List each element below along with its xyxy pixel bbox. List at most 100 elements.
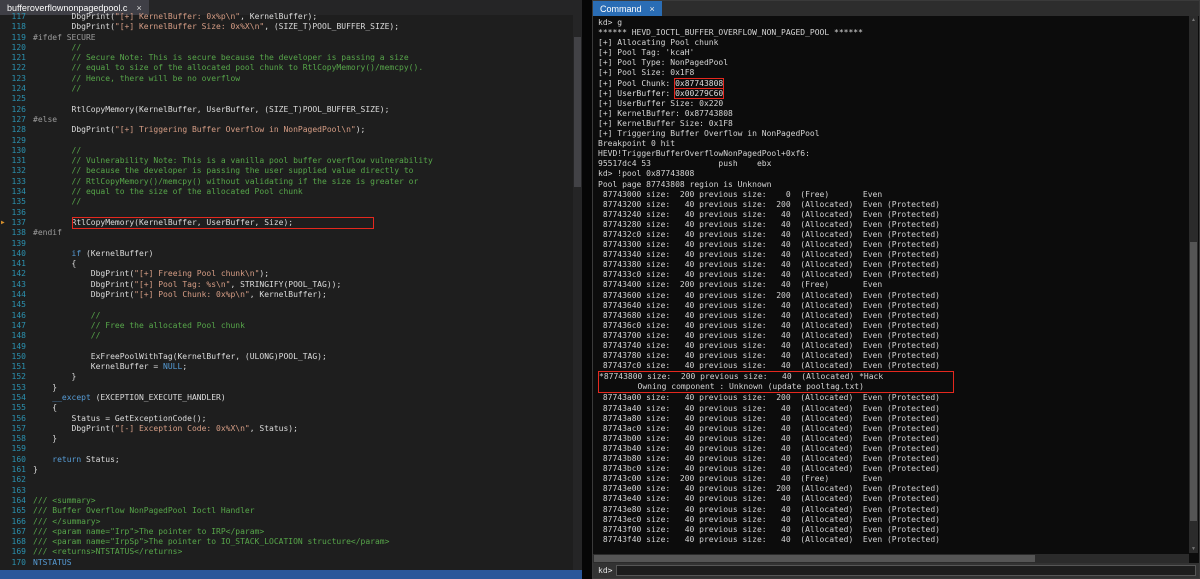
gutter-margin[interactable] [0,321,11,331]
gutter-margin[interactable] [0,393,11,403]
code-line[interactable]: 152 } [0,372,582,382]
code-line[interactable]: 140 if (KernelBuffer) [0,249,582,259]
code-line[interactable]: 124 // [0,84,582,94]
gutter-margin[interactable] [0,105,11,115]
editor-vertical-scrollbar[interactable] [573,15,582,570]
gutter-margin[interactable] [0,547,11,557]
code-line[interactable]: 147 // Free the allocated Pool chunk [0,321,582,331]
gutter-margin[interactable] [0,43,11,53]
gutter-margin[interactable] [0,342,11,352]
tab-close-icon[interactable]: × [650,4,655,14]
code-line[interactable]: 157 DbgPrint("[-] Exception Code: 0x%X\n… [0,424,582,434]
gutter-margin[interactable] [0,166,11,176]
code-line[interactable]: 132 // because the developer is passing … [0,166,582,176]
code-line[interactable]: 119 #ifdef SECURE [0,33,582,43]
gutter-margin[interactable] [0,475,11,485]
debugger-output[interactable]: kd> g ****** HEVD_IOCTL_BUFFER_OVERFLOW_N… [593,16,1199,554]
code-line[interactable]: 128 DbgPrint("[+] Triggering Buffer Over… [0,125,582,135]
code-line[interactable]: 126 RtlCopyMemory(KernelBuffer, UserBuff… [0,105,582,115]
gutter-margin[interactable] [0,125,11,135]
code-line[interactable]: 129 [0,136,582,146]
code-line[interactable]: 130 // [0,146,582,156]
breakpoint-arrow-icon[interactable]: ▶ [0,218,11,228]
gutter-margin[interactable] [0,455,11,465]
gutter-margin[interactable] [0,372,11,382]
code-line[interactable]: 121 // Secure Note: This is secure becau… [0,53,582,63]
code-line[interactable]: 136 [0,208,582,218]
code-line[interactable]: 148 // [0,331,582,341]
code-line[interactable]: 122 // equal to size of the allocated po… [0,63,582,73]
code-line[interactable]: 131 // Vulnerability Note: This is a van… [0,156,582,166]
hscrollbar-thumb[interactable] [594,555,1036,562]
gutter-margin[interactable] [0,249,11,259]
gutter-margin[interactable] [0,156,11,166]
gutter-margin[interactable] [0,239,11,249]
code-line[interactable]: 164 /// <summary> [0,496,582,506]
gutter-margin[interactable] [0,527,11,537]
gutter-margin[interactable] [0,115,11,125]
debugger-command-input[interactable] [616,565,1196,576]
code-line[interactable]: 155 { [0,403,582,413]
code-line[interactable]: 123 // Hence, there will be no overflow [0,74,582,84]
gutter-margin[interactable] [0,331,11,341]
code-line[interactable]: 120 // [0,43,582,53]
gutter-margin[interactable] [0,444,11,454]
code-line[interactable]: 169 /// <returns>NTSTATUS</returns> [0,547,582,557]
gutter-margin[interactable] [0,197,11,207]
code-line[interactable]: 150 ExFreePoolWithTag(KernelBuffer, (ULO… [0,352,582,362]
code-line[interactable]: 118 DbgPrint("[+] KernelBuffer Size: 0x%… [0,22,582,32]
gutter-margin[interactable] [0,63,11,73]
code-area[interactable]: 117 DbgPrint("[+] KernelBuffer: 0x%p\n",… [0,12,582,570]
code-line[interactable]: 167 /// <param name="Irp">The pointer to … [0,527,582,537]
gutter-margin[interactable] [0,486,11,496]
code-line[interactable]: 154 __except (EXCEPTION_EXECUTE_HANDLER) [0,393,582,403]
code-line[interactable]: 170 NTSTATUS [0,558,582,568]
gutter-margin[interactable] [0,187,11,197]
gutter-margin[interactable] [0,136,11,146]
code-line[interactable]: 125 [0,94,582,104]
gutter-margin[interactable] [0,12,11,22]
gutter-margin[interactable] [0,290,11,300]
code-line[interactable]: 160 return Status; [0,455,582,465]
gutter-margin[interactable] [0,33,11,43]
gutter-margin[interactable] [0,506,11,516]
gutter-margin[interactable] [0,424,11,434]
gutter-margin[interactable] [0,269,11,279]
code-line[interactable]: 156 Status = GetExceptionCode(); [0,414,582,424]
vscrollbar-thumb[interactable] [1190,241,1197,521]
debugger-vertical-scrollbar[interactable]: ▲ ▼ [1189,16,1198,553]
code-line[interactable]: 127 #else [0,115,582,125]
gutter-margin[interactable] [0,383,11,393]
gutter-margin[interactable] [0,434,11,444]
scroll-up-icon[interactable]: ▲ [1189,16,1198,24]
gutter-margin[interactable] [0,465,11,475]
code-line[interactable]: 161} [0,465,582,475]
gutter-margin[interactable] [0,94,11,104]
code-line[interactable]: 151 KernelBuffer = NULL; [0,362,582,372]
code-line[interactable]: 135 // [0,197,582,207]
gutter-margin[interactable] [0,22,11,32]
gutter-margin[interactable] [0,414,11,424]
tab-close-icon[interactable]: × [136,3,141,13]
code-line[interactable]: 134 // equal to the size of the allocate… [0,187,582,197]
code-line[interactable]: 153 } [0,383,582,393]
gutter-margin[interactable] [0,208,11,218]
code-line[interactable]: 149 [0,342,582,352]
code-line[interactable]: 143 DbgPrint("[+] Pool Tag: %s\n", STRIN… [0,280,582,290]
gutter-margin[interactable] [0,259,11,269]
code-line[interactable]: 166 /// </summary> [0,517,582,527]
gutter-margin[interactable] [0,311,11,321]
gutter-margin[interactable] [0,177,11,187]
gutter-margin[interactable] [0,496,11,506]
editor-scrollbar-thumb[interactable] [574,37,581,188]
gutter-margin[interactable] [0,362,11,372]
gutter-margin[interactable] [0,74,11,84]
code-line[interactable]: 117 DbgPrint("[+] KernelBuffer: 0x%p\n",… [0,12,582,22]
code-line[interactable]: ▶ 137 RtlCopyMemory(KernelBuffer, UserBuf… [0,216,582,229]
gutter-margin[interactable] [0,280,11,290]
code-line[interactable]: 162 [0,475,582,485]
code-line[interactable]: 138 #endif [0,228,582,238]
code-line[interactable]: 141 { [0,259,582,269]
debugger-horizontal-scrollbar[interactable] [593,554,1189,563]
gutter-margin[interactable] [0,146,11,156]
